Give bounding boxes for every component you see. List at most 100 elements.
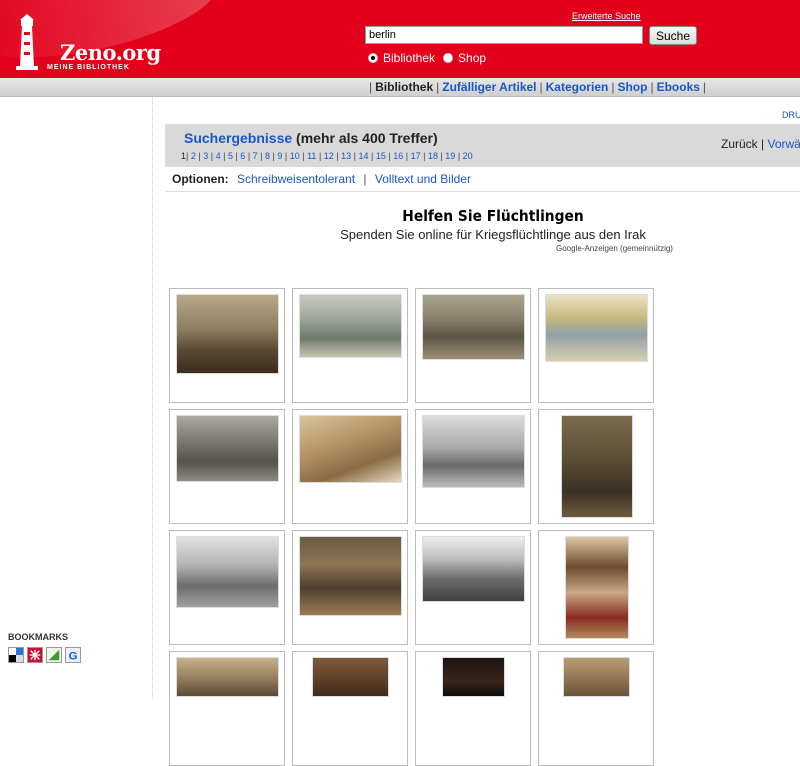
nav-item-bibliothek[interactable]: Bibliothek [375, 80, 433, 94]
page-separator: | [208, 151, 216, 161]
page-separator: | [316, 151, 324, 161]
result-thumb[interactable] [169, 530, 285, 645]
page-separator: | [282, 151, 290, 161]
result-image[interactable] [422, 294, 525, 360]
site-logo-text[interactable]: Zeno.org [60, 40, 161, 65]
page-link-14[interactable]: 14 [359, 151, 369, 161]
page-link-13[interactable]: 13 [341, 151, 351, 161]
option-schreibweisentolerant[interactable]: Schreibweisentolerant [237, 172, 355, 186]
result-thumb[interactable] [538, 288, 654, 403]
bookmarks-title: BOOKMARKS [8, 632, 68, 642]
result-thumb[interactable] [169, 651, 285, 766]
page-separator: | [455, 151, 463, 161]
results-title: Suchergebnisse (mehr als 400 Treffer) [184, 130, 438, 146]
result-thumb[interactable] [292, 288, 408, 403]
bookmark-icons: G [8, 647, 81, 663]
nav-item-shop[interactable]: Shop [617, 80, 647, 94]
page-separator: | [403, 151, 411, 161]
result-thumb[interactable] [415, 409, 531, 524]
nav-separator: | [436, 80, 440, 94]
page-separator: | [420, 151, 428, 161]
radio-shop[interactable] [443, 53, 454, 63]
options-label: Optionen: [172, 172, 229, 186]
nav-item-zufaelliger-artikel[interactable]: Zufälliger Artikel [442, 80, 536, 94]
result-thumb[interactable] [538, 409, 654, 524]
page-link-19[interactable]: 19 [445, 151, 455, 161]
result-image[interactable] [176, 415, 279, 482]
result-image[interactable] [442, 657, 505, 697]
prev-next: Zurück | Vorwärt [721, 137, 800, 151]
result-image[interactable] [422, 415, 525, 488]
ad-subtitle[interactable]: Spenden Sie online für Kriegsflüchtlinge… [165, 227, 800, 242]
page-separator: | [257, 151, 266, 161]
result-image[interactable] [422, 536, 525, 602]
page-separator: | [368, 151, 376, 161]
ad-note[interactable]: Google-Anzeigen (gemeinnützig) [556, 244, 673, 253]
result-image[interactable] [545, 294, 648, 362]
back-link[interactable]: Zurück [721, 137, 758, 151]
page-link-15[interactable]: 15 [376, 151, 386, 161]
page-link-20[interactable]: 20 [463, 151, 473, 161]
result-image[interactable] [299, 294, 402, 358]
nav-separator: | [702, 80, 707, 94]
google-bookmarks-icon[interactable]: G [65, 647, 81, 663]
ad-title[interactable]: Helfen Sie Flüchtlingen [191, 207, 795, 225]
result-thumb[interactable] [169, 409, 285, 524]
result-thumb[interactable] [292, 530, 408, 645]
site-logo-subtitle: MEINE BIBLIOTHEK [47, 64, 130, 71]
result-image[interactable] [176, 294, 279, 374]
advanced-search-link[interactable]: Erweiterte Suche [572, 11, 641, 21]
result-thumb[interactable] [415, 288, 531, 403]
page-separator: | [351, 151, 359, 161]
mrwong-icon[interactable] [27, 647, 43, 663]
result-thumb[interactable] [292, 651, 408, 766]
search-input[interactable] [365, 26, 643, 44]
result-thumb[interactable] [538, 530, 654, 645]
nav-item-ebooks[interactable]: Ebooks [657, 80, 700, 94]
delicious-icon[interactable] [8, 647, 24, 663]
nav-separator: | [539, 80, 543, 94]
nav-item-kategorien[interactable]: Kategorien [546, 80, 609, 94]
page-link-10[interactable]: 10 [290, 151, 300, 161]
page-link-12[interactable]: 12 [324, 151, 334, 161]
result-thumb[interactable] [538, 651, 654, 766]
page-link-17[interactable]: 17 [411, 151, 421, 161]
page-link-18[interactable]: 18 [428, 151, 438, 161]
result-thumb[interactable] [415, 651, 531, 766]
options-separator: | [363, 172, 367, 186]
page-link-16[interactable]: 16 [393, 151, 403, 161]
radio-bibliothek[interactable] [368, 53, 378, 63]
linkarena-icon[interactable] [46, 647, 62, 663]
options-divider [165, 191, 800, 192]
page-separator: | [245, 151, 253, 161]
nav-separator: | [369, 80, 373, 94]
result-image[interactable] [176, 536, 279, 608]
results-link[interactable]: Suchergebnisse [184, 130, 292, 146]
search-options: Optionen: Schreibweisentolerant | Vollte… [172, 172, 471, 186]
result-image[interactable] [299, 536, 402, 616]
result-thumb[interactable] [415, 530, 531, 645]
pagination: 1| 2 | 3 | 4 | 5 | 6 | 7 | 8 | 9 | 10 | … [181, 151, 473, 161]
result-thumb[interactable] [169, 288, 285, 403]
search-button[interactable]: Suche [649, 26, 697, 45]
results-count: (mehr als 400 Treffer) [292, 130, 438, 146]
radio-bibliothek-label[interactable]: Bibliothek [383, 51, 435, 65]
page-separator: | [299, 151, 308, 161]
forward-link[interactable]: Vorwärt [767, 137, 800, 151]
result-image[interactable] [299, 415, 402, 483]
result-image[interactable] [563, 657, 630, 697]
svg-text:G: G [69, 650, 78, 662]
option-volltext-bilder[interactable]: Volltext und Bilder [375, 172, 471, 186]
result-image[interactable] [176, 657, 279, 697]
result-image[interactable] [561, 415, 633, 518]
nav-bar: | Bibliothek | Zufälliger Artikel | Kate… [0, 78, 800, 97]
lighthouse-logo-icon[interactable] [12, 12, 42, 72]
left-sidebar [0, 97, 153, 698]
result-image[interactable] [565, 536, 629, 639]
result-image[interactable] [312, 657, 389, 697]
print-link[interactable]: DRU [782, 110, 800, 120]
search-scope: Bibliothek Shop [368, 51, 494, 65]
radio-shop-label[interactable]: Shop [458, 51, 486, 65]
main-nav: | Bibliothek | Zufälliger Artikel | Kate… [366, 80, 709, 94]
result-thumb[interactable] [292, 409, 408, 524]
